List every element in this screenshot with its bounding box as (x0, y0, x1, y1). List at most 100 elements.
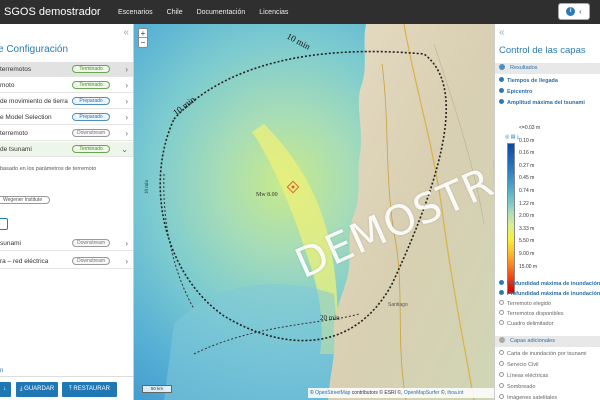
osm-link[interactable]: OpenStreetMap (315, 390, 350, 396)
results-section-header[interactable]: Resultados (495, 63, 600, 74)
contour-label: 20 min (320, 314, 340, 322)
save-button[interactable]: ⤓ GUARDAR (16, 382, 58, 397)
openmapsurfer-link[interactable]: OpenMapSurfer (404, 390, 440, 396)
layer-label: Carta de inundación por tsunami (507, 351, 587, 357)
tsunami-step-action-button[interactable] (0, 218, 8, 230)
tsunami-step-description: basado en los parámetros de terremoto (0, 166, 97, 172)
attribution-prefix: © (310, 390, 314, 396)
nav-chile[interactable]: Chile (167, 9, 183, 16)
chevron-right-icon: › (125, 238, 128, 248)
layer-label: Profundidad máxima de inundación (507, 291, 600, 297)
chevron-down-icon: ⌄ (121, 144, 128, 154)
layer-toggle[interactable]: Epicentro (499, 88, 532, 95)
results-icon (499, 64, 505, 70)
restore-button[interactable]: ⤒ RESTAURAR (62, 382, 117, 397)
layer-control-panel: « Control de las capas Resultados Tiempo… (494, 24, 600, 400)
layer-off-icon (499, 372, 504, 377)
nav-documentacion[interactable]: Documentación (197, 9, 246, 16)
legend-label: 3.33 m (519, 225, 535, 232)
layer-off-icon (499, 350, 504, 355)
map-attribution: © OpenStreetMap contributors © ESRI ©, O… (308, 388, 494, 398)
iho-link[interactable]: ihoa.int (447, 390, 463, 396)
workflow-step[interactable]: e Model Selection Preparado › (0, 110, 133, 125)
collapse-right-panel-button[interactable]: « (499, 27, 505, 38)
legend-tool-icons[interactable]: ◎ ▤ ⤓ (505, 134, 519, 140)
layer-label: Sombreado (507, 384, 536, 390)
provider-tag[interactable]: Wegener Institute (0, 196, 50, 204)
left-action-button[interactable]: ↓ (0, 382, 11, 397)
status-badge: Terminado (72, 65, 110, 73)
scale-bar: 50 km (142, 385, 172, 393)
layer-toggle[interactable]: Profundidad máxima de inundación (499, 280, 600, 287)
attribution-mid: contributors © ESRI ©, (350, 390, 403, 396)
layer-label: Profundidad máxima de inundación (507, 281, 600, 287)
info-icon: i (566, 7, 576, 16)
workflow-step[interactable]: de tsunami Terminado ⌄ (0, 142, 133, 157)
chevron-right-icon: › (125, 96, 128, 106)
workflow-step-label: moto (0, 81, 15, 89)
nav-licencias[interactable]: Licencias (259, 9, 288, 16)
legend-label: 0.74 m (519, 188, 535, 194)
layer-control-title: Control de las capas (499, 45, 586, 56)
zoom-out-button[interactable]: − (139, 38, 147, 47)
status-badge: Downstream (72, 257, 110, 265)
legend-label: 15.00 m (519, 263, 538, 270)
layer-toggle[interactable]: Terremoto elegido (499, 300, 551, 307)
configuration-panel-title: e Configuración (0, 44, 69, 55)
workflow-step[interactable]: terremoto Downstream › (0, 126, 133, 141)
status-badge: Preparado (72, 113, 110, 121)
restore-button-label: RESTAURAR (73, 386, 110, 392)
status-badge: Downstream (72, 129, 110, 137)
layer-on-icon (499, 77, 504, 82)
layer-toggle[interactable]: Imágenes satelitales (499, 394, 557, 400)
app-title: SGOS demostrador (4, 6, 101, 18)
layer-toggle[interactable]: Amplitud máxima del tsunami (499, 99, 585, 106)
layer-toggle[interactable]: Tiempos de llegada (499, 77, 558, 84)
layer-toggle[interactable]: Sombreado (499, 383, 535, 390)
layer-label: Tiempos de llegada (507, 78, 558, 84)
layer-off-icon (499, 394, 504, 399)
epicenter-label: Mw 8.00 (256, 192, 278, 198)
app-window: SGOS demostrador Escenarios Chile Docume… (0, 0, 600, 400)
workflow-step[interactable]: sunami Downstream › (0, 236, 133, 251)
workflow-step[interactable]: terremotos Terminado › (0, 62, 133, 77)
status-badge: Terminado (72, 81, 110, 89)
info-menu-button[interactable]: i ‹ (558, 3, 590, 20)
workflow-step-label: terremotos (0, 65, 32, 73)
map-view[interactable]: 10 min 10 min 20 min 10 min Mw 8.00 Sant… (134, 24, 494, 400)
workflow-step[interactable]: de movimiento de tierra Preparado › (0, 94, 133, 109)
legend-label: 0.27 m (519, 162, 535, 169)
collapse-left-panel-button[interactable]: « (123, 27, 129, 38)
zoom-control: + − (138, 28, 148, 48)
legend-label: 2.00 m (519, 213, 535, 220)
workflow-step[interactable]: moto Terminado › (0, 78, 133, 93)
results-header-label: Resultados (510, 65, 538, 71)
layer-toggle[interactable]: Carta de inundación por tsunami (499, 350, 587, 357)
layer-label: Líneas eléctricas (507, 373, 549, 379)
layer-label: Terremoto elegido (507, 301, 552, 307)
layer-toggle[interactable]: Líneas eléctricas (499, 372, 548, 379)
layer-label: Amplitud máxima del tsunami (507, 100, 585, 106)
layer-toggle[interactable]: Terremotos disponibles (499, 310, 564, 317)
left-footer-divider (0, 376, 133, 377)
layer-label: Servicio Civil (507, 362, 539, 368)
layer-off-icon (499, 310, 504, 315)
additional-layers-header[interactable]: Capas adicionales (495, 336, 600, 347)
arrow-icon: ↓ (3, 386, 6, 392)
chevron-left-icon: ‹ (579, 6, 582, 16)
status-badge: Downstream (72, 239, 110, 247)
workflow-step-label: terremoto (0, 129, 28, 137)
layer-toggle[interactable]: Cuadro delimitador (499, 320, 553, 327)
workflow-step[interactable]: ra – red eléctrica Downstream › (0, 254, 133, 269)
nav-escenarios[interactable]: Escenarios (118, 9, 153, 16)
chevron-right-icon: › (125, 128, 128, 138)
left-footer-label: n (0, 368, 4, 374)
layer-toggle[interactable]: Profundidad máxima de inundación (499, 290, 600, 297)
chevron-right-icon: › (125, 64, 128, 74)
layer-label: Epicentro (507, 89, 533, 95)
workflow-step-label: sunami (0, 239, 21, 247)
chevron-right-icon: › (125, 80, 128, 90)
zoom-in-button[interactable]: + (139, 29, 147, 38)
layer-toggle[interactable]: Servicio Civil (499, 361, 538, 368)
layer-off-icon (499, 383, 504, 388)
